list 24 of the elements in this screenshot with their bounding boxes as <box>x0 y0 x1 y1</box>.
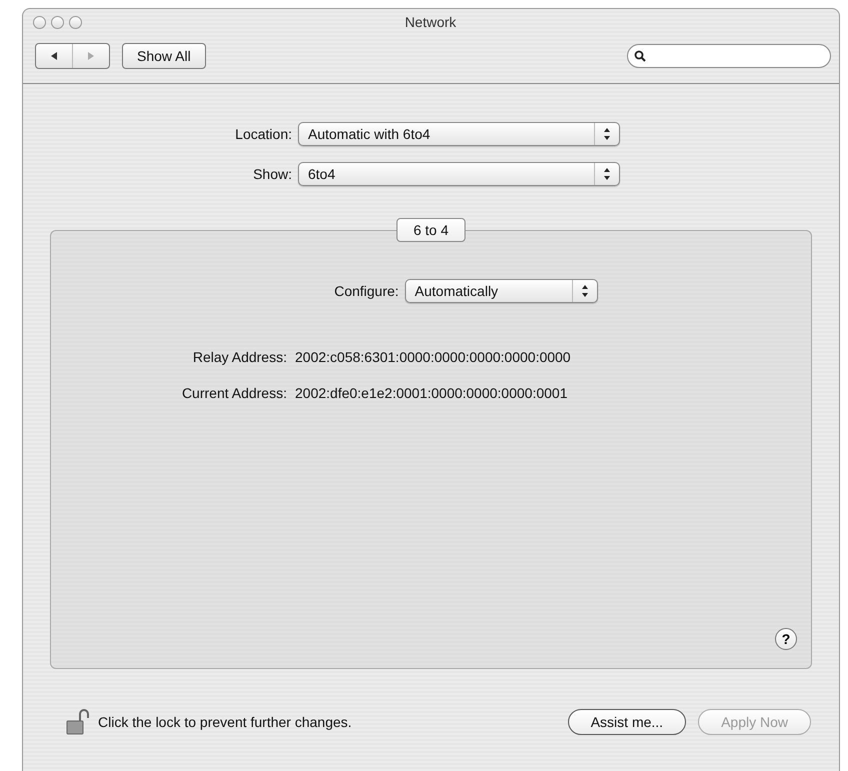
tab[interactable]: 6 to 4 <box>396 218 466 242</box>
popup-menu[interactable]: Automatically <box>404 279 598 303</box>
popup-menu[interactable]: 6to4 <box>298 162 620 186</box>
zoom-button[interactable] <box>69 16 82 28</box>
help-button[interactable]: ? <box>775 628 797 650</box>
show-all-button[interactable]: Show All <box>122 43 206 69</box>
assist-button[interactable]: Assist me... <box>568 709 686 735</box>
lock-message: Click the lock to prevent further changes. <box>98 714 352 730</box>
address-value: 2002:dfe0:e1e2:0001:0000:0000:0000:0001 <box>295 385 568 401</box>
up-down-arrows-icon <box>603 127 611 141</box>
up-down-arrows-icon <box>580 284 589 298</box>
field-label: Current Address: <box>180 385 287 401</box>
field-label: Show: <box>252 166 292 182</box>
field-label: Configure: <box>334 283 399 299</box>
close-button[interactable] <box>33 16 46 28</box>
window-title: Network <box>404 14 458 30</box>
up-down-arrows-icon <box>603 167 611 181</box>
popup-menu[interactable]: Automatic with 6to4 <box>298 122 620 146</box>
search-icon <box>634 50 646 62</box>
address-value: 2002:c058:6301:0000:0000:0000:0000:0000 <box>295 349 571 365</box>
minimize-button[interactable] <box>51 16 64 28</box>
field-label: Relay Address: <box>192 349 287 365</box>
search-field[interactable] <box>627 44 831 68</box>
field-label: Location: <box>234 126 292 142</box>
